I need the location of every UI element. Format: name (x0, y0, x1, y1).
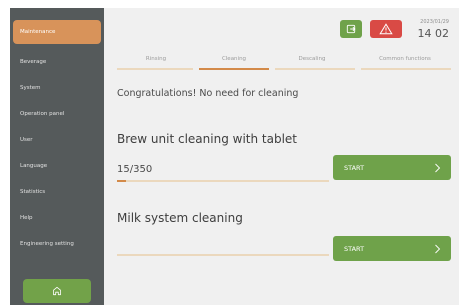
chevron-right-icon (435, 163, 441, 172)
sidebar-item-label: Maintenance (20, 29, 56, 35)
sidebar-item-label: Engineering setting (20, 241, 74, 247)
main-panel: 2023/01/29 14 02 Rinsing Cleaning Descal… (104, 8, 459, 305)
home-button[interactable] (23, 279, 91, 303)
sidebar-item-operation-panel[interactable]: Operation panel (10, 103, 104, 125)
tab-cleaning[interactable]: Cleaning (202, 56, 266, 62)
brew-progress-bar (117, 180, 329, 182)
screen: Maintenance Beverage System Operation pa… (0, 0, 459, 305)
sidebar-item-help[interactable]: Help (10, 207, 104, 229)
tab-descaling[interactable]: Descaling (280, 56, 344, 62)
start-label: START (344, 163, 365, 172)
tab-underline-active (199, 68, 269, 70)
brew-start-button[interactable]: START (333, 155, 451, 180)
sidebar-item-label: System (20, 85, 41, 91)
tab-label: Common functions (379, 56, 431, 62)
time-display: 14 02 (417, 27, 450, 40)
sidebar-item-user[interactable]: User (10, 129, 104, 151)
sidebar-item-label: User (20, 137, 33, 143)
brew-counter: 15/350 (117, 164, 153, 175)
sidebar-item-label: Beverage (20, 59, 47, 65)
brew-unit-title: Brew unit cleaning with tablet (117, 132, 297, 146)
sidebar-item-label: Language (20, 163, 48, 169)
warning-icon (379, 23, 393, 35)
tab-rinsing[interactable]: Rinsing (124, 56, 188, 62)
sidebar-item-engineering-setting[interactable]: Engineering setting (10, 233, 104, 255)
tab-label: Cleaning (221, 56, 247, 62)
milk-system-title: Milk system cleaning (117, 211, 243, 225)
start-label: START (344, 244, 365, 253)
logout-icon (346, 24, 356, 34)
milk-start-button[interactable]: START (333, 236, 451, 261)
brew-progress-fill (117, 180, 127, 182)
sidebar-item-label: Statistics (20, 189, 46, 195)
sidebar-item-statistics[interactable]: Statistics (10, 181, 104, 203)
sidebar-item-maintenance[interactable]: Maintenance (13, 20, 101, 44)
date-display: 2023/01/29 (420, 19, 449, 25)
sidebar-item-beverage[interactable]: Beverage (10, 51, 104, 73)
tab-label: Descaling (298, 56, 326, 62)
sidebar-item-label: Help (20, 215, 33, 221)
sidebar-item-label: Operation panel (20, 111, 65, 117)
tab-underline (361, 68, 451, 70)
tab-underline (275, 68, 355, 70)
sidebar-item-system[interactable]: System (10, 77, 104, 99)
tab-underline (117, 68, 193, 70)
tab-common-functions[interactable]: Common functions (366, 56, 444, 62)
status-message: Congratulations! No need for cleaning (117, 88, 299, 99)
sidebar: Maintenance Beverage System Operation pa… (10, 8, 104, 305)
logout-button[interactable] (340, 20, 362, 38)
tab-label: Rinsing (145, 56, 167, 62)
home-icon (53, 286, 61, 296)
chevron-right-icon (435, 244, 441, 253)
sidebar-item-language[interactable]: Language (10, 155, 104, 177)
milk-progress-bar (117, 254, 329, 256)
alert-button[interactable] (370, 20, 402, 38)
